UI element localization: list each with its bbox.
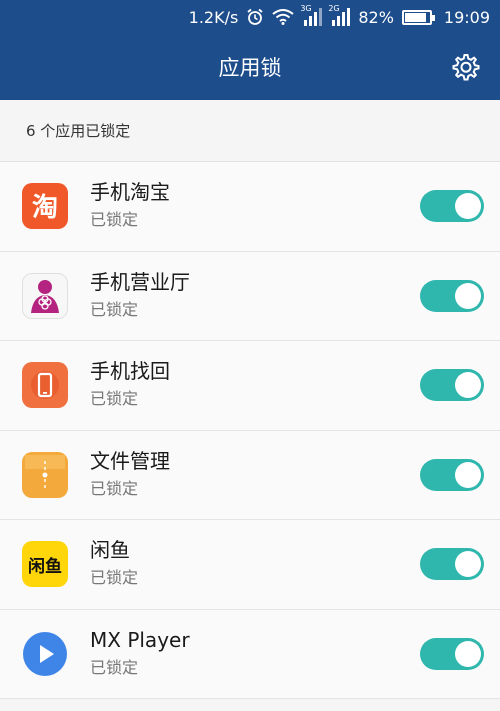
file-manager-icon — [22, 451, 68, 498]
toggle-knob — [455, 551, 481, 578]
cellular-signal-2-icon: 2G — [328, 4, 351, 26]
app-lock-status: 已锁定 — [90, 299, 139, 319]
app-name: 手机营业厅 — [90, 269, 190, 294]
app-name: 手机找回 — [90, 359, 170, 384]
toggle-knob — [455, 193, 481, 220]
toggle-knob — [455, 282, 481, 309]
app-lock-status: 已锁定 — [90, 478, 139, 498]
app-name: 手机淘宝 — [90, 180, 170, 205]
app-lock-status: 已锁定 — [90, 657, 139, 677]
wifi-icon — [272, 9, 294, 25]
lock-toggle[interactable] — [420, 458, 484, 491]
list-item-phone-finder[interactable]: 手机找回 已锁定 — [0, 341, 500, 431]
list-item-unicom[interactable]: 手机营业厅 已锁定 — [0, 252, 500, 341]
phone-finder-icon — [22, 362, 68, 409]
gear-icon[interactable] — [450, 52, 480, 82]
clock-time: 19:09 — [443, 7, 490, 27]
lock-toggle[interactable] — [420, 190, 484, 223]
mx-player-icon — [22, 631, 68, 677]
unicom-icon — [22, 272, 68, 319]
alarm-clock-icon — [246, 8, 264, 26]
app-lock-status: 已锁定 — [90, 389, 139, 409]
svg-text:闲鱼: 闲鱼 — [28, 556, 62, 577]
list-item-xianyu[interactable]: 闲鱼 闲鱼 已锁定 — [0, 520, 500, 610]
lock-toggle[interactable] — [420, 279, 484, 312]
toggle-knob — [455, 461, 481, 488]
app-lock-status: 已锁定 — [90, 568, 139, 588]
toggle-knob — [455, 372, 481, 399]
app-bar: 应用锁 — [0, 34, 500, 100]
sim1-network-type: 3G — [300, 4, 312, 13]
list-item-mx-player[interactable]: MX Player 已锁定 — [0, 610, 500, 699]
cellular-signal-1-icon: 3G — [300, 4, 323, 26]
app-name: MX Player — [90, 627, 190, 652]
net-speed: 1.2K/s — [188, 7, 239, 27]
toggle-knob — [455, 640, 481, 667]
list-item-taobao[interactable]: 淘 手机淘宝 已锁定 — [0, 162, 500, 252]
xianyu-icon: 闲鱼 — [22, 541, 68, 588]
lock-toggle[interactable] — [420, 548, 484, 581]
battery-percent: 82% — [358, 7, 394, 27]
lock-toggle[interactable] — [420, 637, 484, 670]
app-name: 文件管理 — [90, 448, 170, 473]
app-lock-status: 已锁定 — [90, 210, 139, 230]
list-item-file-manager[interactable]: 文件管理 已锁定 — [0, 431, 500, 520]
app-name: 闲鱼 — [90, 538, 130, 563]
taobao-icon: 淘 — [22, 183, 68, 230]
sim2-network-type: 2G — [328, 4, 340, 13]
svg-text:淘: 淘 — [32, 193, 58, 223]
app-list: 淘 手机淘宝 已锁定 手机营业厅 已锁定 手机找回 已锁定 文件管理 已锁定 闲… — [0, 162, 500, 699]
lock-toggle[interactable] — [420, 369, 484, 402]
battery-icon — [401, 9, 435, 25]
status-bar: 1.2K/s 3G 2G 82% 19:09 — [0, 0, 500, 34]
page-title: 应用锁 — [218, 56, 282, 80]
locked-count-summary: 6 个应用已锁定 — [0, 100, 500, 162]
